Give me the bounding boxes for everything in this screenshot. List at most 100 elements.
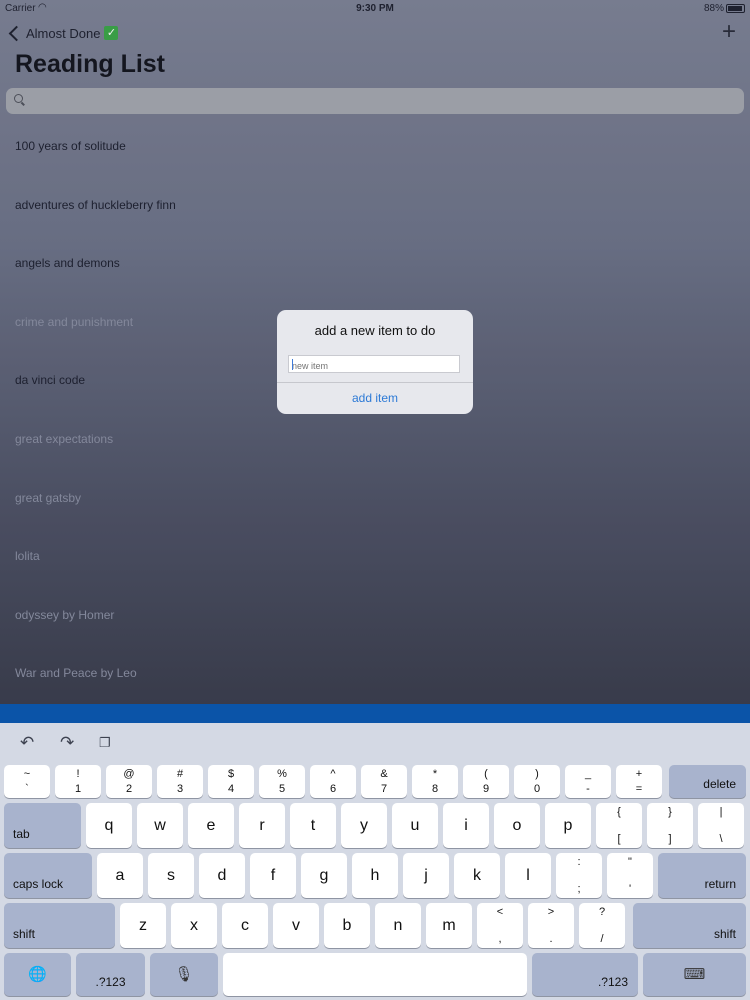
- add-item-button[interactable]: add item: [277, 383, 473, 414]
- key-shift-symbol: *: [432, 768, 438, 780]
- key-k[interactable]: k: [454, 853, 500, 898]
- key-w[interactable]: w: [137, 803, 183, 848]
- delete-key[interactable]: delete: [669, 765, 746, 798]
- alert-title: add a new item to do: [314, 323, 436, 338]
- key-main-symbol: 6: [329, 783, 337, 795]
- key-u[interactable]: u: [392, 803, 438, 848]
- key-bracket-2[interactable]: | \: [698, 803, 744, 848]
- key-num-7[interactable]: & 7: [361, 765, 407, 798]
- key-punct-0[interactable]: :;: [556, 853, 602, 898]
- key-shift-symbol: ?: [598, 906, 606, 918]
- return-key[interactable]: return: [658, 853, 746, 898]
- key-main-symbol: 2: [125, 783, 133, 795]
- shift-key-left[interactable]: shift: [4, 903, 115, 948]
- key-c[interactable]: c: [222, 903, 268, 948]
- numbers-key-left[interactable]: .?123: [76, 953, 145, 996]
- key-shift-symbol: >: [547, 906, 555, 918]
- key-bracket-1[interactable]: }]: [647, 803, 693, 848]
- key-num-1[interactable]: ! 1: [55, 765, 101, 798]
- key-shift-symbol: @: [123, 768, 135, 780]
- key-p[interactable]: p: [545, 803, 591, 848]
- key-shift-symbol: }: [668, 806, 672, 818]
- key-shift-symbol: ~: [23, 768, 31, 780]
- key-shift-symbol: (: [484, 768, 488, 780]
- key-label: delete: [703, 777, 736, 791]
- new-item-input[interactable]: [289, 358, 455, 374]
- redo-icon[interactable]: ↷: [60, 733, 74, 753]
- key-r[interactable]: r: [239, 803, 285, 848]
- key-t[interactable]: t: [290, 803, 336, 848]
- key-shift-symbol: ": [628, 856, 632, 868]
- key-num-4[interactable]: $4: [208, 765, 254, 798]
- key-num-6[interactable]: ^ 6: [310, 765, 356, 798]
- key-num-9[interactable]: (9: [463, 765, 509, 798]
- key-s[interactable]: s: [148, 853, 194, 898]
- key-o[interactable]: o: [494, 803, 540, 848]
- key-shift-symbol: $: [227, 768, 235, 780]
- numbers-key-right[interactable]: .?123: [532, 953, 638, 996]
- key-shift-symbol: !: [76, 768, 80, 780]
- key-v[interactable]: v: [273, 903, 319, 948]
- key-l[interactable]: l: [505, 853, 551, 898]
- key-symbol-0[interactable]: <,: [477, 903, 523, 948]
- dictation-key[interactable]: 🎙: [150, 953, 218, 996]
- key-main-symbol: 5: [278, 783, 286, 795]
- paste-icon[interactable]: ❐: [99, 735, 111, 751]
- key-z[interactable]: z: [120, 903, 166, 948]
- key-shift-symbol: :: [577, 856, 581, 868]
- key-m[interactable]: m: [426, 903, 472, 948]
- key-num-2[interactable]: @2: [106, 765, 152, 798]
- dismiss-keyboard-key[interactable]: ⌨: [643, 953, 746, 996]
- key-main-symbol: ,: [498, 933, 502, 945]
- new-item-field[interactable]: [288, 355, 460, 374]
- key-main-symbol: 0: [533, 783, 541, 795]
- globe-key[interactable]: 🌐: [4, 953, 71, 996]
- shift-key-right[interactable]: shift: [633, 903, 746, 948]
- caps-lock-key[interactable]: caps lock: [4, 853, 92, 898]
- key-n[interactable]: n: [375, 903, 421, 948]
- key-num-5[interactable]: % 5: [259, 765, 305, 798]
- key-main-symbol: ]: [668, 833, 672, 845]
- key-x[interactable]: x: [171, 903, 217, 948]
- key-symbol-2[interactable]: ? /: [579, 903, 625, 948]
- key-j[interactable]: j: [403, 853, 449, 898]
- key-b[interactable]: b: [324, 903, 370, 948]
- key-shift-symbol: +: [635, 768, 643, 780]
- key-num-0[interactable]: ~ `: [4, 765, 50, 798]
- key-symbol-1[interactable]: >.: [528, 903, 574, 948]
- key-y[interactable]: y: [341, 803, 387, 848]
- space-key[interactable]: [223, 953, 527, 996]
- keyboard-toolbar: ↶ ↷ ❐: [0, 723, 750, 763]
- key-main-symbol: [: [617, 833, 621, 845]
- key-bracket-0[interactable]: {[: [596, 803, 642, 848]
- key-main-symbol: ;: [577, 883, 581, 895]
- key-shift-symbol: ): [535, 768, 539, 780]
- key-shift-symbol: #: [176, 768, 184, 780]
- key-shift-symbol: <: [496, 906, 504, 918]
- key-label: .?123: [597, 975, 628, 989]
- key-h[interactable]: h: [352, 853, 398, 898]
- key-main-symbol: /: [600, 933, 604, 945]
- text-cursor: [292, 359, 293, 370]
- key-num-10[interactable]: ) 0: [514, 765, 560, 798]
- key-num-12[interactable]: + =: [616, 765, 662, 798]
- add-item-alert: add a new item to do add item: [277, 310, 473, 414]
- key-num-11[interactable]: _ -: [565, 765, 611, 798]
- key-shift-symbol: ^: [330, 768, 336, 780]
- key-a[interactable]: a: [97, 853, 143, 898]
- key-g[interactable]: g: [301, 853, 347, 898]
- app-background: Carrier ◠ 9:30 PM 88% Almost Done ✓ + Re…: [0, 0, 750, 704]
- key-e[interactable]: e: [188, 803, 234, 848]
- undo-icon[interactable]: ↶: [20, 733, 34, 753]
- key-f[interactable]: f: [250, 853, 296, 898]
- key-label: return: [704, 877, 736, 891]
- key-main-symbol: 3: [176, 783, 184, 795]
- key-punct-1[interactable]: " ': [607, 853, 653, 898]
- key-d[interactable]: d: [199, 853, 245, 898]
- tab-key[interactable]: tab: [4, 803, 81, 848]
- key-num-3[interactable]: #3: [157, 765, 203, 798]
- key-shift-symbol: {: [617, 806, 621, 818]
- key-num-8[interactable]: * 8: [412, 765, 458, 798]
- key-i[interactable]: i: [443, 803, 489, 848]
- key-q[interactable]: q: [86, 803, 132, 848]
